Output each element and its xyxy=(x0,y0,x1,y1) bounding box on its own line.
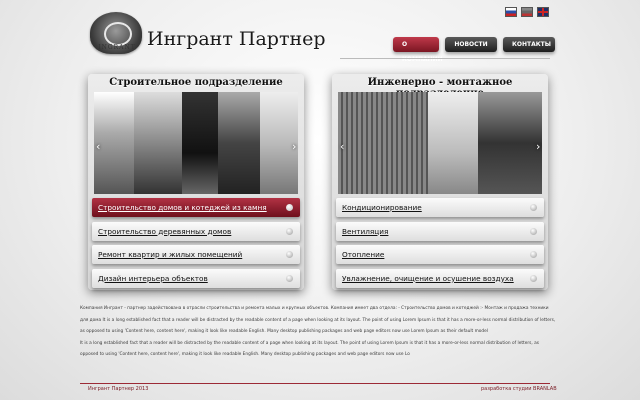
flag-en-icon[interactable] xyxy=(537,7,549,17)
bullet-icon xyxy=(286,227,293,235)
menu-item-wooden-houses[interactable]: Строительство деревянных домов xyxy=(92,221,300,241)
nav-about-button[interactable]: О компании xyxy=(393,37,443,63)
construction-menu: Строительство домов и котеджей из камня … xyxy=(92,198,300,292)
bullet-icon xyxy=(530,251,537,258)
bullet-icon xyxy=(530,274,537,282)
header-divider xyxy=(340,58,550,59)
menu-item-air-treatment[interactable]: Увлажнение, очищение и осушение воздуха xyxy=(336,268,544,288)
site-title: Ингрант Партнер xyxy=(147,28,326,50)
footer-divider xyxy=(80,383,550,384)
bullet-icon xyxy=(530,204,537,211)
bullet-icon xyxy=(286,251,293,258)
slider-next-arrow-icon[interactable]: › xyxy=(292,140,296,153)
footer-developer-link[interactable]: разработка студии BRANLAB xyxy=(481,386,557,392)
bullet-icon xyxy=(286,204,293,211)
menu-item-label: Ремонт квартир и жилых помещений xyxy=(98,250,243,259)
top-nav: О компании Новости Контакты xyxy=(393,37,555,63)
engineering-panel: Инженерно - монтажное подразделение ‹ › … xyxy=(332,74,548,290)
menu-item-interior-design[interactable]: Дизайн интерьера объектов xyxy=(92,268,300,288)
menu-item-label: Отопление xyxy=(342,250,385,259)
flag-ru-icon[interactable] xyxy=(505,7,517,17)
panel-title: Строительное подразделение xyxy=(109,77,283,88)
menu-item-ventilation[interactable]: Вентиляция xyxy=(336,221,544,241)
menu-item-label: Кондиционирование xyxy=(342,203,422,212)
menu-item-stone-houses[interactable]: Строительство домов и котеджей из камня xyxy=(92,198,300,217)
logo-subtitle: INGRANT xyxy=(98,44,136,51)
nav-contacts-button[interactable]: Контакты xyxy=(503,37,555,52)
menu-item-air-conditioning[interactable]: Кондиционирование xyxy=(336,198,544,217)
footer-copyright: Ингрант Партнер 2013 xyxy=(88,386,149,392)
menu-item-heating[interactable]: Отопление xyxy=(336,245,544,264)
description-paragraph: Компания Ингрант - партнер задействована… xyxy=(80,306,556,334)
slider-prev-arrow-icon[interactable]: ‹ xyxy=(96,140,100,153)
flag-ru-alt-icon[interactable] xyxy=(521,7,533,17)
construction-panel: Строительное подразделение ‹ › Строитель… xyxy=(88,74,304,290)
engineering-slider-image xyxy=(338,92,542,194)
menu-item-label: Строительство деревянных домов xyxy=(98,226,232,236)
language-switcher xyxy=(505,7,549,17)
nav-news-button[interactable]: Новости xyxy=(445,37,497,52)
bullet-icon xyxy=(530,227,537,235)
description-paragraph: It is a long established fact that a rea… xyxy=(80,340,539,358)
slider-prev-arrow-icon[interactable]: ‹ xyxy=(340,140,344,153)
bullet-icon xyxy=(286,274,293,282)
menu-item-label: Дизайн интерьера объектов xyxy=(98,273,208,283)
menu-item-label: Вентиляция xyxy=(342,226,389,236)
menu-item-label: Строительство домов и котеджей из камня xyxy=(98,203,267,212)
engineering-menu: Кондиционирование Вентиляция Отопление У… xyxy=(336,198,544,292)
slider-next-arrow-icon[interactable]: › xyxy=(536,140,540,153)
company-description: Компания Ингрант - партнер задействована… xyxy=(80,303,558,361)
construction-slider-image xyxy=(94,92,298,194)
menu-item-apartment-repair[interactable]: Ремонт квартир и жилых помещений xyxy=(92,245,300,264)
menu-item-label: Увлажнение, очищение и осушение воздуха xyxy=(342,273,514,283)
